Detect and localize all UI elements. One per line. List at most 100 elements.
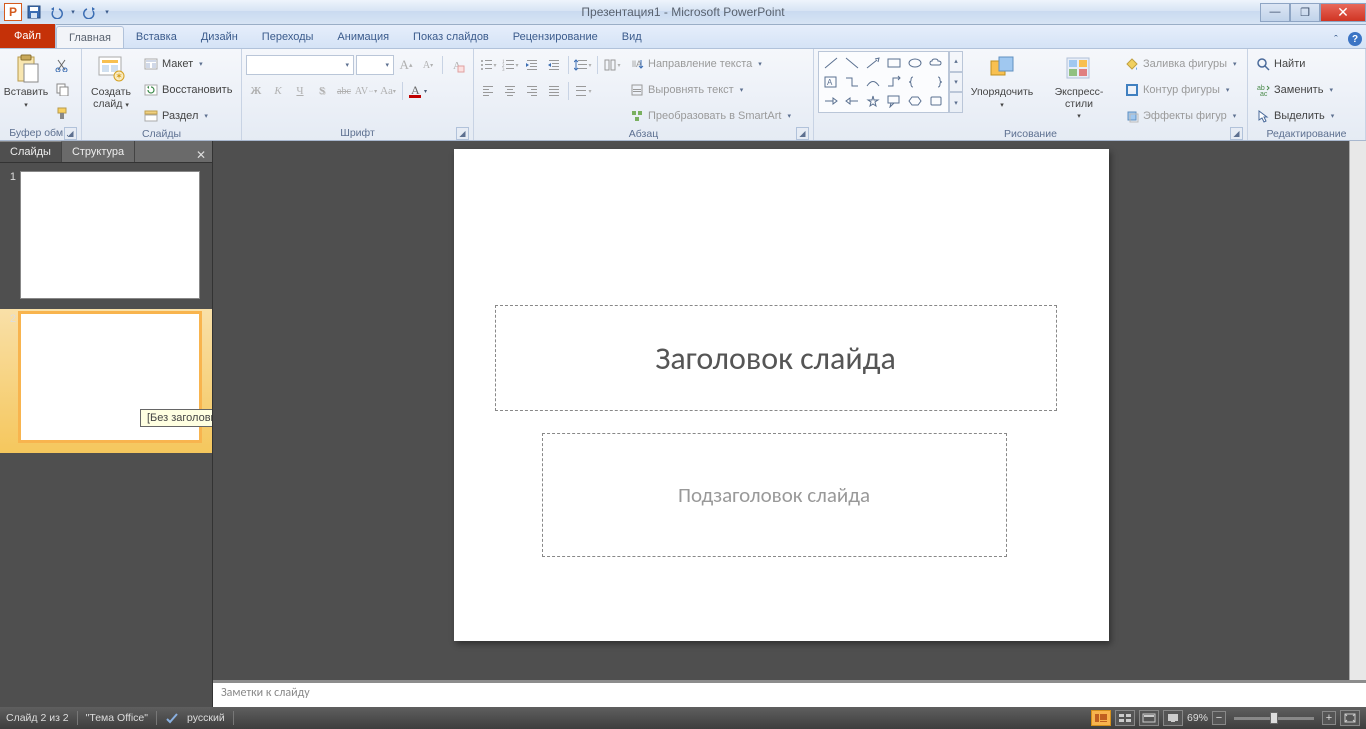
replace-button[interactable]: abacЗаменить▾ xyxy=(1252,79,1338,101)
font-color-button[interactable]: A▾ xyxy=(407,81,427,101)
fit-window-button[interactable] xyxy=(1340,710,1360,726)
panel-close-icon[interactable]: ✕ xyxy=(190,148,212,162)
qat-customize[interactable]: ▾ xyxy=(102,2,112,22)
align-left-button[interactable] xyxy=(478,81,498,101)
text-direction-button[interactable]: llАНаправление текста▾ xyxy=(626,53,795,75)
shape-callout-icon[interactable] xyxy=(884,92,904,110)
app-icon[interactable]: P xyxy=(4,3,22,21)
slide-canvas-area[interactable]: Заголовок слайда Подзаголовок слайда xyxy=(213,141,1349,680)
shape-fill-button[interactable]: Заливка фигуры▾ xyxy=(1121,53,1241,75)
select-button[interactable]: Выделить▾ xyxy=(1252,105,1338,127)
tab-slideshow[interactable]: Показ слайдов xyxy=(401,26,501,48)
bold-button[interactable]: Ж xyxy=(246,81,266,101)
tab-view[interactable]: Вид xyxy=(610,26,654,48)
zoom-in-button[interactable]: + xyxy=(1322,711,1336,725)
underline-button[interactable]: Ч xyxy=(290,81,310,101)
shape-action-icon[interactable] xyxy=(926,92,946,110)
file-tab[interactable]: Файл xyxy=(0,24,56,48)
shapes-gallery[interactable]: A xyxy=(818,51,949,113)
spellcheck-icon[interactable] xyxy=(165,711,179,725)
qat-dropdown[interactable]: ▾ xyxy=(68,2,78,22)
shapes-scroll-up[interactable]: ▴ xyxy=(949,51,963,72)
increase-indent-button[interactable] xyxy=(544,55,564,75)
shape-star-icon[interactable] xyxy=(863,92,883,110)
clipboard-launcher[interactable]: ◢ xyxy=(64,127,77,140)
save-button[interactable] xyxy=(24,2,44,22)
shadow-button[interactable]: S xyxy=(312,81,332,101)
zoom-thumb[interactable] xyxy=(1270,712,1278,724)
find-button[interactable]: Найти xyxy=(1252,53,1338,75)
shape-brace2-icon[interactable] xyxy=(926,73,946,91)
copy-button[interactable] xyxy=(52,79,72,99)
cut-button[interactable] xyxy=(52,55,72,75)
minimize-button[interactable]: — xyxy=(1260,3,1290,22)
shape-effects-button[interactable]: Эффекты фигур▾ xyxy=(1121,105,1241,127)
new-slide-button[interactable]: ✶ Создать слайд ▾ xyxy=(86,51,136,110)
shape-outline-button[interactable]: Контур фигуры▾ xyxy=(1121,79,1241,101)
change-case-button[interactable]: Aa▾ xyxy=(378,81,398,101)
drawing-launcher[interactable]: ◢ xyxy=(1230,127,1243,140)
vertical-scrollbar[interactable] xyxy=(1349,141,1366,680)
view-normal-button[interactable] xyxy=(1091,710,1111,726)
shape-oval-icon[interactable] xyxy=(905,54,925,72)
shape-arrow2-icon[interactable] xyxy=(821,92,841,110)
shape-arrow3-icon[interactable] xyxy=(842,92,862,110)
undo-button[interactable] xyxy=(46,2,66,22)
section-button[interactable]: Раздел▾ xyxy=(140,105,236,127)
tab-slides-thumbnails[interactable]: Слайды xyxy=(0,141,62,162)
align-right-button[interactable] xyxy=(522,81,542,101)
bullets-button[interactable]: ▾ xyxy=(478,55,498,75)
line-spacing-button[interactable]: ▾ xyxy=(573,55,593,75)
minimize-ribbon-icon[interactable]: ˆ xyxy=(1328,32,1344,48)
shape-line2-icon[interactable] xyxy=(842,54,862,72)
grow-font-button[interactable]: A▴ xyxy=(396,55,416,75)
zoom-slider[interactable] xyxy=(1234,717,1314,720)
font-family-combo[interactable]: ▾ xyxy=(246,55,354,75)
maximize-button[interactable]: ❐ xyxy=(1290,3,1320,22)
tab-review[interactable]: Рецензирование xyxy=(501,26,610,48)
shape-connector-icon[interactable] xyxy=(842,73,862,91)
align-center-button[interactable] xyxy=(500,81,520,101)
shape-hex-icon[interactable] xyxy=(905,92,925,110)
columns-button[interactable]: ▾ xyxy=(602,55,622,75)
paragraph-launcher[interactable]: ◢ xyxy=(796,127,809,140)
redo-button[interactable] xyxy=(80,2,100,22)
char-spacing-button[interactable]: AV↔▾ xyxy=(356,81,376,101)
numbering-button[interactable]: 123▾ xyxy=(500,55,520,75)
distribute-button[interactable]: ▾ xyxy=(573,81,593,101)
view-reading-button[interactable] xyxy=(1139,710,1159,726)
align-text-button[interactable]: Выровнять текст▾ xyxy=(626,79,795,101)
shapes-scroll-down[interactable]: ▾ xyxy=(949,72,963,93)
shapes-more[interactable]: ▾ xyxy=(949,92,963,113)
title-placeholder[interactable]: Заголовок слайда xyxy=(495,305,1057,411)
view-sorter-button[interactable] xyxy=(1115,710,1135,726)
view-slideshow-button[interactable] xyxy=(1163,710,1183,726)
status-language[interactable]: русский xyxy=(187,712,225,724)
notes-pane[interactable]: Заметки к слайду xyxy=(213,680,1366,707)
reset-button[interactable]: Восстановить xyxy=(140,79,236,101)
tab-insert[interactable]: Вставка xyxy=(124,26,189,48)
font-size-combo[interactable]: ▾ xyxy=(356,55,394,75)
shrink-font-button[interactable]: A▾ xyxy=(418,55,438,75)
shape-line-icon[interactable] xyxy=(821,54,841,72)
font-launcher[interactable]: ◢ xyxy=(456,127,469,140)
shape-brace-icon[interactable] xyxy=(905,73,925,91)
layout-button[interactable]: Макет▾ xyxy=(140,53,236,75)
shape-textbox-icon[interactable]: A xyxy=(821,73,841,91)
slide[interactable]: Заголовок слайда Подзаголовок слайда xyxy=(454,149,1109,641)
close-button[interactable]: ✕ xyxy=(1320,3,1366,22)
tab-design[interactable]: Дизайн xyxy=(189,26,250,48)
quick-styles-button[interactable]: Экспресс-стили▾ xyxy=(1041,51,1117,122)
shape-rect-icon[interactable] xyxy=(884,54,904,72)
slide-thumbnail-1[interactable] xyxy=(20,171,200,299)
clear-formatting-button[interactable]: A xyxy=(447,55,467,75)
strikethrough-button[interactable]: abc xyxy=(334,81,354,101)
arrange-button[interactable]: Упорядочить▾ xyxy=(967,51,1037,110)
italic-button[interactable]: К xyxy=(268,81,288,101)
justify-button[interactable] xyxy=(544,81,564,101)
tab-outline[interactable]: Структура xyxy=(62,141,135,162)
help-icon[interactable]: ? xyxy=(1348,32,1362,46)
tab-home[interactable]: Главная xyxy=(56,26,124,48)
shape-cloud-icon[interactable] xyxy=(926,54,946,72)
zoom-out-button[interactable]: − xyxy=(1212,711,1226,725)
